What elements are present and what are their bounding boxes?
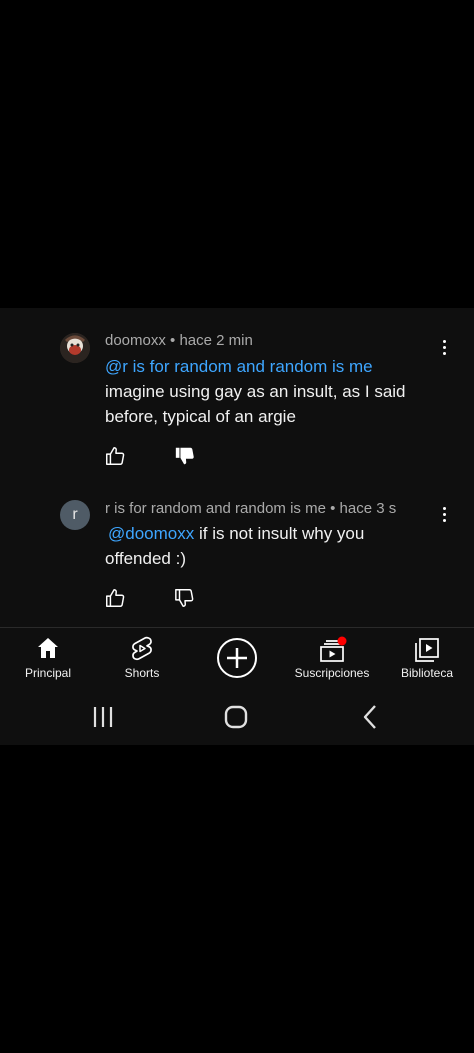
nav-item-biblioteca[interactable]: Biblioteca (377, 628, 474, 692)
shorts-icon (132, 636, 152, 661)
comment-text-line-2: before, typical of an argie (105, 407, 296, 426)
dislike-icon[interactable] (174, 587, 196, 609)
comment-mention[interactable]: @r is for random and random is me (105, 354, 415, 379)
bottom-navigation: Principal Shorts Suscripciones Bibliotec… (0, 628, 474, 692)
create-icon (217, 638, 257, 678)
dislike-icon-filled[interactable] (174, 445, 196, 467)
subscriptions-icon (320, 636, 347, 662)
nav-label: Biblioteca (400, 666, 454, 680)
comment-text: if is not insult why you (194, 524, 365, 543)
comment-meta: r is for random and random is me • hace … (105, 500, 397, 517)
recent-apps-icon[interactable] (83, 702, 123, 732)
comment-mention[interactable]: @doomoxx (108, 524, 194, 543)
home-icon (38, 638, 58, 658)
comment-text-line-1: imagine using gay as an insult, as I sai… (105, 382, 406, 401)
more-options-icon[interactable] (436, 336, 452, 358)
nav-item-suscripciones[interactable]: Suscripciones (282, 628, 382, 692)
nav-label: Suscripciones (294, 666, 370, 680)
library-icon (415, 638, 439, 662)
avatar[interactable] (60, 333, 90, 363)
comment-meta: doomoxx • hace 2 min (105, 332, 253, 349)
notification-dot (337, 636, 347, 646)
nav-label: Shorts (124, 666, 160, 680)
avatar-image (60, 333, 90, 363)
nav-item-create[interactable] (187, 628, 287, 692)
like-icon[interactable] (104, 445, 126, 467)
nav-item-principal[interactable]: Principal (0, 628, 98, 692)
nav-item-shorts[interactable]: Shorts (92, 628, 192, 692)
avatar[interactable]: r (60, 500, 90, 530)
back-icon[interactable] (350, 702, 390, 732)
nav-label: Principal (24, 666, 72, 680)
system-navigation-bar (0, 692, 474, 745)
more-options-icon[interactable] (436, 503, 452, 525)
comment-text-line-2: offended :) (105, 549, 186, 568)
comment-text-line-1: @doomoxx if is not insult why you (108, 521, 418, 546)
home-button-icon[interactable] (216, 702, 256, 732)
like-icon[interactable] (104, 587, 126, 609)
